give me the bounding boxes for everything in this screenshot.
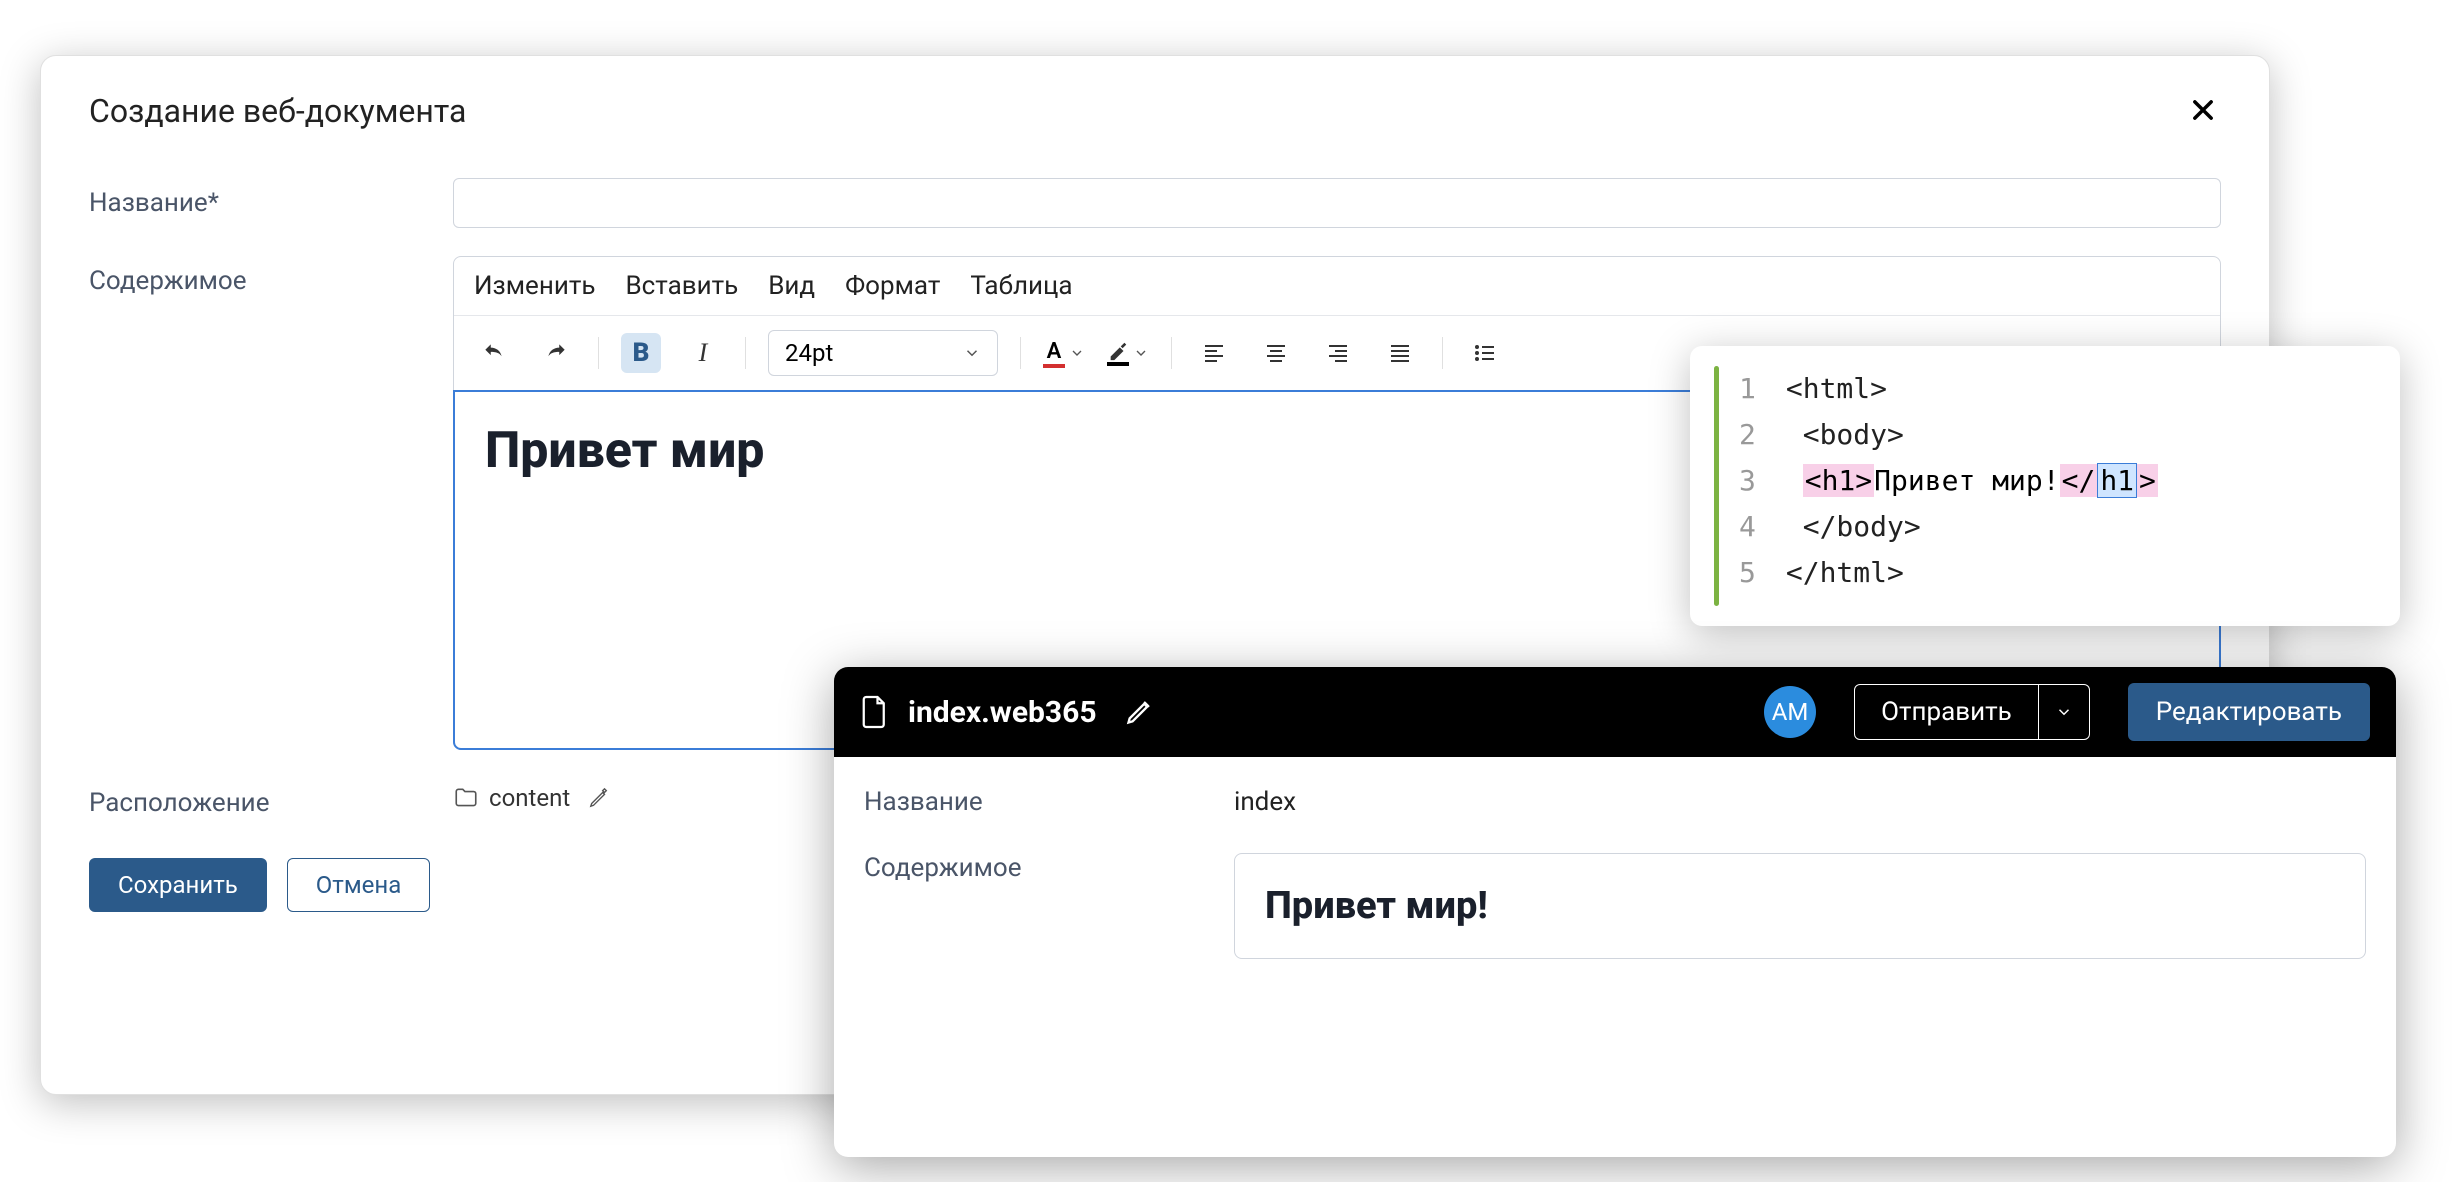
redo-icon[interactable] — [536, 333, 576, 373]
menu-edit[interactable]: Изменить — [474, 271, 595, 301]
save-button[interactable]: Сохранить — [89, 858, 267, 912]
send-caret[interactable] — [2038, 685, 2089, 739]
send-button[interactable]: Отправить — [1855, 685, 2038, 739]
viewer-content-box: Привет мир! — [1234, 853, 2366, 959]
file-icon — [860, 694, 890, 730]
viewer-name-value: index — [1234, 787, 2366, 817]
font-size-value: 24pt — [785, 339, 833, 367]
list-icon[interactable] — [1465, 333, 1505, 373]
menu-insert[interactable]: Вставить — [625, 271, 738, 301]
bold-icon[interactable]: B — [621, 333, 661, 373]
menu-format[interactable]: Формат — [845, 271, 940, 301]
toolbar-divider — [1020, 337, 1021, 369]
location-folder-name: content — [489, 784, 570, 812]
italic-icon[interactable]: I — [683, 333, 723, 373]
code-line-numbers: 1 2 3 4 5 — [1739, 366, 1756, 606]
location-label: Расположение — [89, 778, 429, 818]
pencil-icon[interactable] — [1125, 698, 1153, 726]
menu-view[interactable]: Вид — [768, 271, 815, 301]
text-color-icon[interactable]: A — [1043, 339, 1085, 368]
name-label: Название* — [89, 178, 429, 228]
align-left-icon[interactable] — [1194, 333, 1234, 373]
send-dropdown: Отправить — [1854, 684, 2090, 740]
align-justify-icon[interactable] — [1380, 333, 1420, 373]
folder-icon — [453, 785, 479, 811]
viewer-content-label: Содержимое — [864, 853, 1234, 959]
align-right-icon[interactable] — [1318, 333, 1358, 373]
toolbar-divider — [1442, 337, 1443, 369]
content-label: Содержимое — [89, 256, 429, 750]
cancel-button[interactable]: Отмена — [287, 858, 430, 912]
toolbar-divider — [598, 337, 599, 369]
code-preview-popup: 1 2 3 4 5 <html> <body> <h1>Привет мир!<… — [1690, 346, 2400, 626]
viewer-name-label: Название — [864, 787, 1234, 817]
font-size-select[interactable]: 24pt — [768, 330, 998, 376]
name-input[interactable] — [453, 178, 2221, 228]
align-center-icon[interactable] — [1256, 333, 1296, 373]
close-icon[interactable] — [2185, 92, 2221, 128]
undo-icon[interactable] — [474, 333, 514, 373]
menu-table[interactable]: Таблица — [970, 271, 1072, 301]
edit-button[interactable]: Редактировать — [2128, 683, 2370, 741]
dialog-title: Создание веб-документа — [89, 92, 2221, 130]
toolbar-divider — [1171, 337, 1172, 369]
code-content: <html> <body> <h1>Привет мир!</h1> </bod… — [1786, 366, 2158, 606]
viewer-header: index.web365 AM Отправить Редактировать — [834, 667, 2396, 757]
highlight-color-icon[interactable] — [1107, 340, 1149, 366]
document-viewer: index.web365 AM Отправить Редактировать … — [834, 667, 2396, 1157]
viewer-content-heading: Привет мир! — [1265, 884, 2335, 928]
pencil-icon[interactable] — [588, 787, 610, 809]
viewer-filename: index.web365 — [908, 695, 1097, 730]
toolbar-divider — [745, 337, 746, 369]
code-gutter-bar — [1714, 366, 1719, 606]
editor-menu-bar: Изменить Вставить Вид Формат Таблица — [454, 257, 2220, 316]
avatar[interactable]: AM — [1764, 686, 1816, 738]
